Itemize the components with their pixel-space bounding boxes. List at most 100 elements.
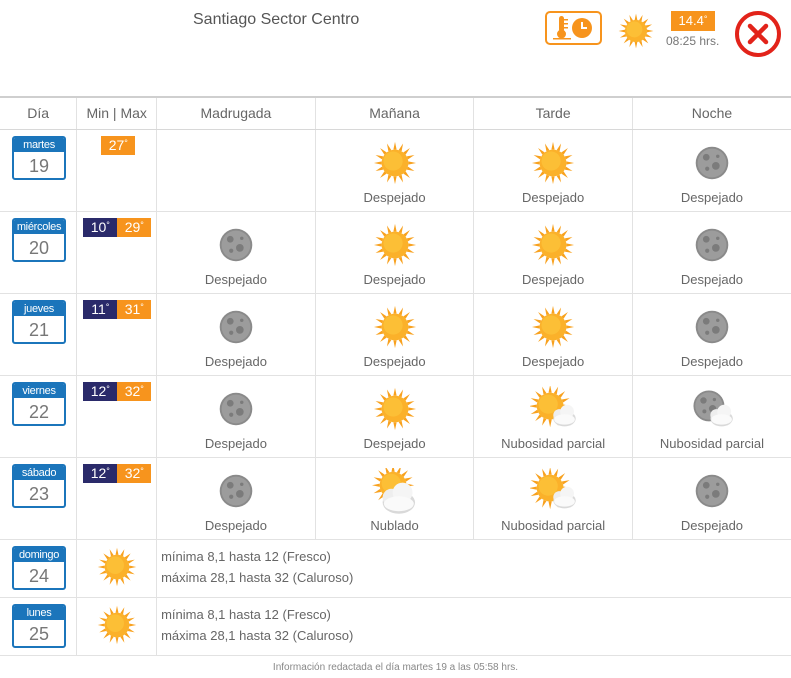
sun-icon <box>316 140 474 186</box>
condition-label: Despejado <box>522 271 585 287</box>
table-row: martes 19 27° Despejado Despejado Despejado <box>0 129 791 212</box>
period-cell-noche: Nubosidad parcial <box>632 375 791 458</box>
close-icon <box>735 11 781 57</box>
calendar-icon: jueves 21 <box>12 299 66 344</box>
period-cell-madrugada: Despejado <box>156 375 316 458</box>
condition-label: Nubosidad parcial <box>501 517 606 533</box>
day-cell: domingo 24 <box>0 539 78 598</box>
moon-icon <box>157 304 315 350</box>
period-cell-madrugada <box>156 129 316 212</box>
period-cell-manana: Despejado <box>315 375 475 458</box>
max-summary: máxima 28,1 hasta 32 (Caluroso) <box>161 627 354 643</box>
location-title: Santiago Sector Centro <box>193 11 360 28</box>
condition-label: Despejado <box>204 271 267 287</box>
calendar-icon: lunes 25 <box>12 603 66 648</box>
table-row: sábado 23 12° 32° Despejado Nublado Nubosidad … <box>0 457 791 540</box>
calendar-day: 19 <box>28 155 50 176</box>
period-cell-madrugada: Despejado <box>156 293 316 376</box>
partly-cloudy-night-icon <box>633 386 791 432</box>
day-cell: jueves 21 <box>0 293 78 376</box>
period-cell-tarde: Despejado <box>473 293 633 376</box>
period-cell-tarde: Nubosidad parcial <box>473 457 633 540</box>
col-header-madrugada: Madrugada <box>156 96 316 130</box>
calendar-weekday: miércoles <box>14 219 64 234</box>
sun-icon <box>316 304 474 350</box>
minmax-cell: 10° 29° <box>76 211 158 294</box>
temp-max: 29° <box>117 217 152 237</box>
condition-label: Nubosidad parcial <box>659 435 764 451</box>
day-cell: viernes 22 <box>0 375 78 458</box>
calendar-day: 21 <box>28 319 50 340</box>
table-row: lunes 25 mínima 8,1 hasta 12 (Fresco) máxi… <box>0 597 791 656</box>
min-summary: mínima 8,1 hasta 12 (Fresco) <box>161 606 331 622</box>
temp-min: 12° <box>83 463 118 483</box>
col-header-minmax: Min | Max <box>76 96 158 130</box>
calendar-weekday: jueves <box>14 301 64 316</box>
condition-label: Despejado <box>363 435 426 451</box>
temp-max: 27° <box>101 135 136 155</box>
moon-icon <box>633 222 791 268</box>
sun-icon <box>474 304 632 350</box>
calendar-day: 25 <box>28 623 50 644</box>
table-row: viernes 22 12° 32° Despejado Despejado Nubosid… <box>0 375 791 458</box>
col-header-tarde: Tarde <box>473 96 633 130</box>
day-cell: miércoles 20 <box>0 211 78 294</box>
period-cell-manana: Despejado <box>315 129 475 212</box>
period-cell-tarde: Despejado <box>473 211 633 294</box>
sun-icon <box>474 222 632 268</box>
sun-icon <box>96 604 138 651</box>
condition-label: Despejado <box>363 353 426 369</box>
calendar-day: 24 <box>28 565 50 586</box>
partly-cloudy-day-icon <box>474 467 632 514</box>
table-row: miércoles 20 10° 29° Despejado Despejado Despe… <box>0 211 791 294</box>
period-cell-manana: Despejado <box>315 211 475 294</box>
calendar-day: 22 <box>28 401 50 422</box>
temp-max: 31° <box>117 299 152 319</box>
sun-icon <box>316 222 474 268</box>
day-cell: sábado 23 <box>0 457 78 540</box>
period-cell-madrugada: Despejado <box>156 211 316 294</box>
condition-label: Nublado <box>370 517 419 533</box>
close-button[interactable] <box>734 10 782 58</box>
calendar-icon: viernes 22 <box>12 381 66 426</box>
period-cell-tarde: Despejado <box>473 129 633 212</box>
sun-icon <box>96 546 138 593</box>
calendar-weekday: lunes <box>14 605 64 620</box>
current-temperature: 14.4° <box>671 11 715 31</box>
period-cell-noche: Despejado <box>632 457 791 540</box>
condition-label: Despejado <box>680 189 744 205</box>
minmax-cell: 12° 32° <box>76 375 158 458</box>
period-cell-noche: Despejado <box>632 293 791 376</box>
moon-icon <box>633 304 791 350</box>
calendar-icon: sábado 23 <box>12 463 66 508</box>
partly-cloudy-day-icon <box>474 385 632 432</box>
thermometer-clock-icon[interactable] <box>545 11 602 45</box>
sun-icon <box>617 12 655 50</box>
temp-min: 10° <box>83 217 118 237</box>
condition-label: Despejado <box>522 189 585 205</box>
calendar-icon: martes 19 <box>12 135 66 180</box>
col-header-noche: Noche <box>632 96 791 130</box>
day-cell: martes 19 <box>0 129 78 212</box>
condition-label: Despejado <box>204 353 267 369</box>
period-cell-madrugada: Despejado <box>156 457 316 540</box>
calendar-day: 20 <box>28 237 50 258</box>
minmax-cell: 12° 32° <box>76 457 158 540</box>
moon-icon <box>157 386 315 432</box>
temp-max: 32° <box>117 463 152 483</box>
condition-label: Despejado <box>363 189 426 205</box>
cloudy-icon <box>316 467 474 514</box>
calendar-weekday: martes <box>14 137 64 152</box>
sun-icon <box>316 386 474 432</box>
condition-label: Despejado <box>680 517 744 533</box>
calendar-day: 23 <box>28 483 50 504</box>
summary-cell: mínima 8,1 hasta 12 (Fresco) máxima 28,1 … <box>156 597 791 656</box>
temp-min: 11° <box>83 299 118 319</box>
minmax-cell: 27° <box>76 129 158 212</box>
moon-icon <box>157 222 315 268</box>
period-cell-manana: Nublado <box>315 457 475 540</box>
moon-icon <box>633 468 791 514</box>
condition-label: Despejado <box>363 271 426 287</box>
footer-note: Información redactada el día martes 19 a… <box>272 662 519 673</box>
max-summary: máxima 28,1 hasta 32 (Caluroso) <box>161 569 354 585</box>
